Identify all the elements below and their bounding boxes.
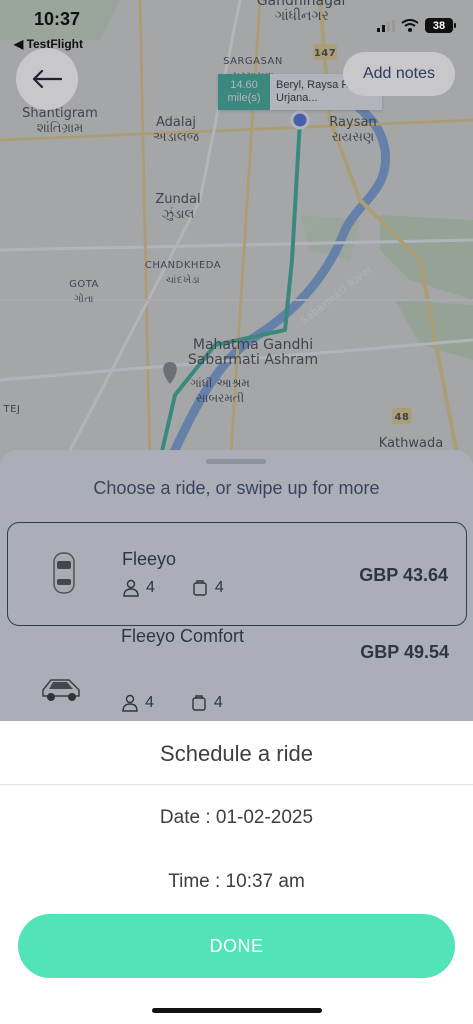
modal-divider: [0, 784, 473, 785]
arrow-left-icon: [32, 69, 62, 89]
add-notes-button[interactable]: Add notes: [343, 52, 455, 96]
ride-price: GBP 43.64: [359, 565, 448, 585]
ride-selection-sheet: Choose a ride, or swipe up for more Flee…: [0, 450, 473, 740]
status-time: 10:37: [34, 9, 81, 29]
ride-capacity: 4 4: [122, 579, 224, 597]
ride-seats: 4: [145, 694, 154, 711]
signal-icon: [377, 19, 395, 32]
back-button[interactable]: [16, 48, 78, 110]
ride-seats: 4: [146, 579, 155, 596]
ride-name: Fleeyo Comfort: [121, 626, 245, 646]
schedule-ride-modal: Schedule a ride Date : 01-02-2025 Time :…: [0, 721, 473, 1024]
luggage-icon: [192, 695, 206, 711]
battery-icon: 38: [425, 18, 456, 33]
ride-bags: 4: [213, 694, 223, 711]
done-button[interactable]: DONE: [18, 914, 455, 978]
car-side-icon: [42, 679, 80, 701]
schedule-time[interactable]: Time : 10:37 am: [0, 871, 473, 893]
status-icons: 38: [377, 18, 456, 33]
passenger-icon: [123, 579, 139, 597]
sheet-drag-handle[interactable]: [206, 459, 266, 464]
passenger-icon: [122, 694, 138, 712]
ride-sheet-hint: Choose a ride, or swipe up for more: [93, 478, 380, 498]
car-top-icon: [53, 552, 75, 594]
modal-title: Schedule a ride: [160, 741, 313, 766]
luggage-icon: [193, 580, 207, 596]
home-indicator[interactable]: [152, 1008, 322, 1013]
status-bar: 10:37 ◀ TestFlight 38: [0, 0, 473, 52]
wifi-icon: [401, 19, 419, 32]
ride-option[interactable]: Fleeyo 4 4 GBP 43.64: [7, 522, 467, 626]
ride-bags: 4: [214, 579, 224, 596]
ride-name: Fleeyo: [122, 549, 177, 569]
ride-capacity: 4 4: [121, 694, 223, 712]
schedule-date[interactable]: Date : 01-02-2025: [0, 807, 473, 829]
ride-price: GBP 49.54: [360, 642, 449, 662]
